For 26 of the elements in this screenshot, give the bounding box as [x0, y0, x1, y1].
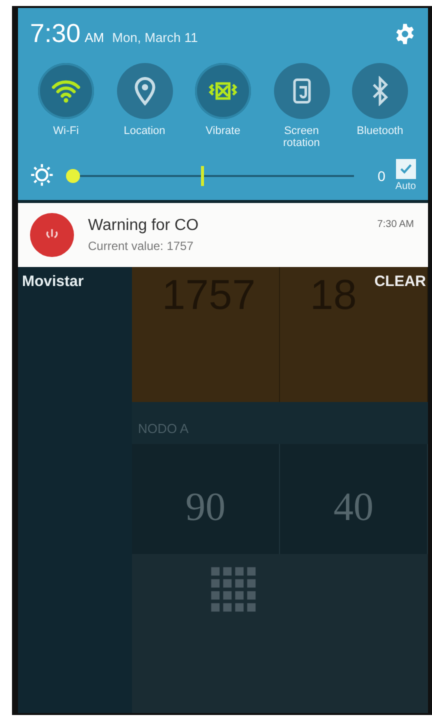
slider-thumb[interactable] — [66, 168, 80, 183]
auto-brightness-icon — [30, 162, 56, 189]
carrier-name: Movistar — [22, 273, 84, 290]
clear-button[interactable]: CLEAR — [372, 271, 428, 292]
notification-card[interactable]: Warning for CO Current value: 1757 7:30 AM — [18, 200, 428, 268]
auto-label: Auto — [395, 181, 416, 192]
toggle-label: Wi-Fi — [52, 125, 80, 138]
notification-title: Warning for CO — [88, 217, 200, 236]
sensor-value: 90 — [186, 482, 226, 530]
brightness-slider[interactable] — [66, 164, 354, 188]
clock-am-pm: AM — [84, 30, 104, 45]
toggle-label: Location — [122, 125, 166, 138]
notification-time: 7:30 AM — [377, 219, 414, 230]
settings-icon[interactable] — [394, 22, 416, 44]
auto-checkbox[interactable] — [396, 159, 416, 180]
auto-level-marker — [201, 166, 204, 186]
sensor-value: 40 — [334, 482, 374, 530]
alert-app-icon — [30, 213, 74, 258]
date-text: Mon, March 11 — [112, 30, 198, 45]
clock-time: 7:30 — [30, 18, 81, 49]
toggle-label: Bluetooth — [356, 125, 404, 138]
app-grid-icon — [210, 566, 258, 614]
toggle-label: Screen rotation — [282, 125, 321, 150]
toggle-label: Vibrate — [204, 125, 242, 138]
notification-text: Current value: 1757 — [88, 239, 194, 254]
brightness-value: 0 — [378, 168, 386, 184]
